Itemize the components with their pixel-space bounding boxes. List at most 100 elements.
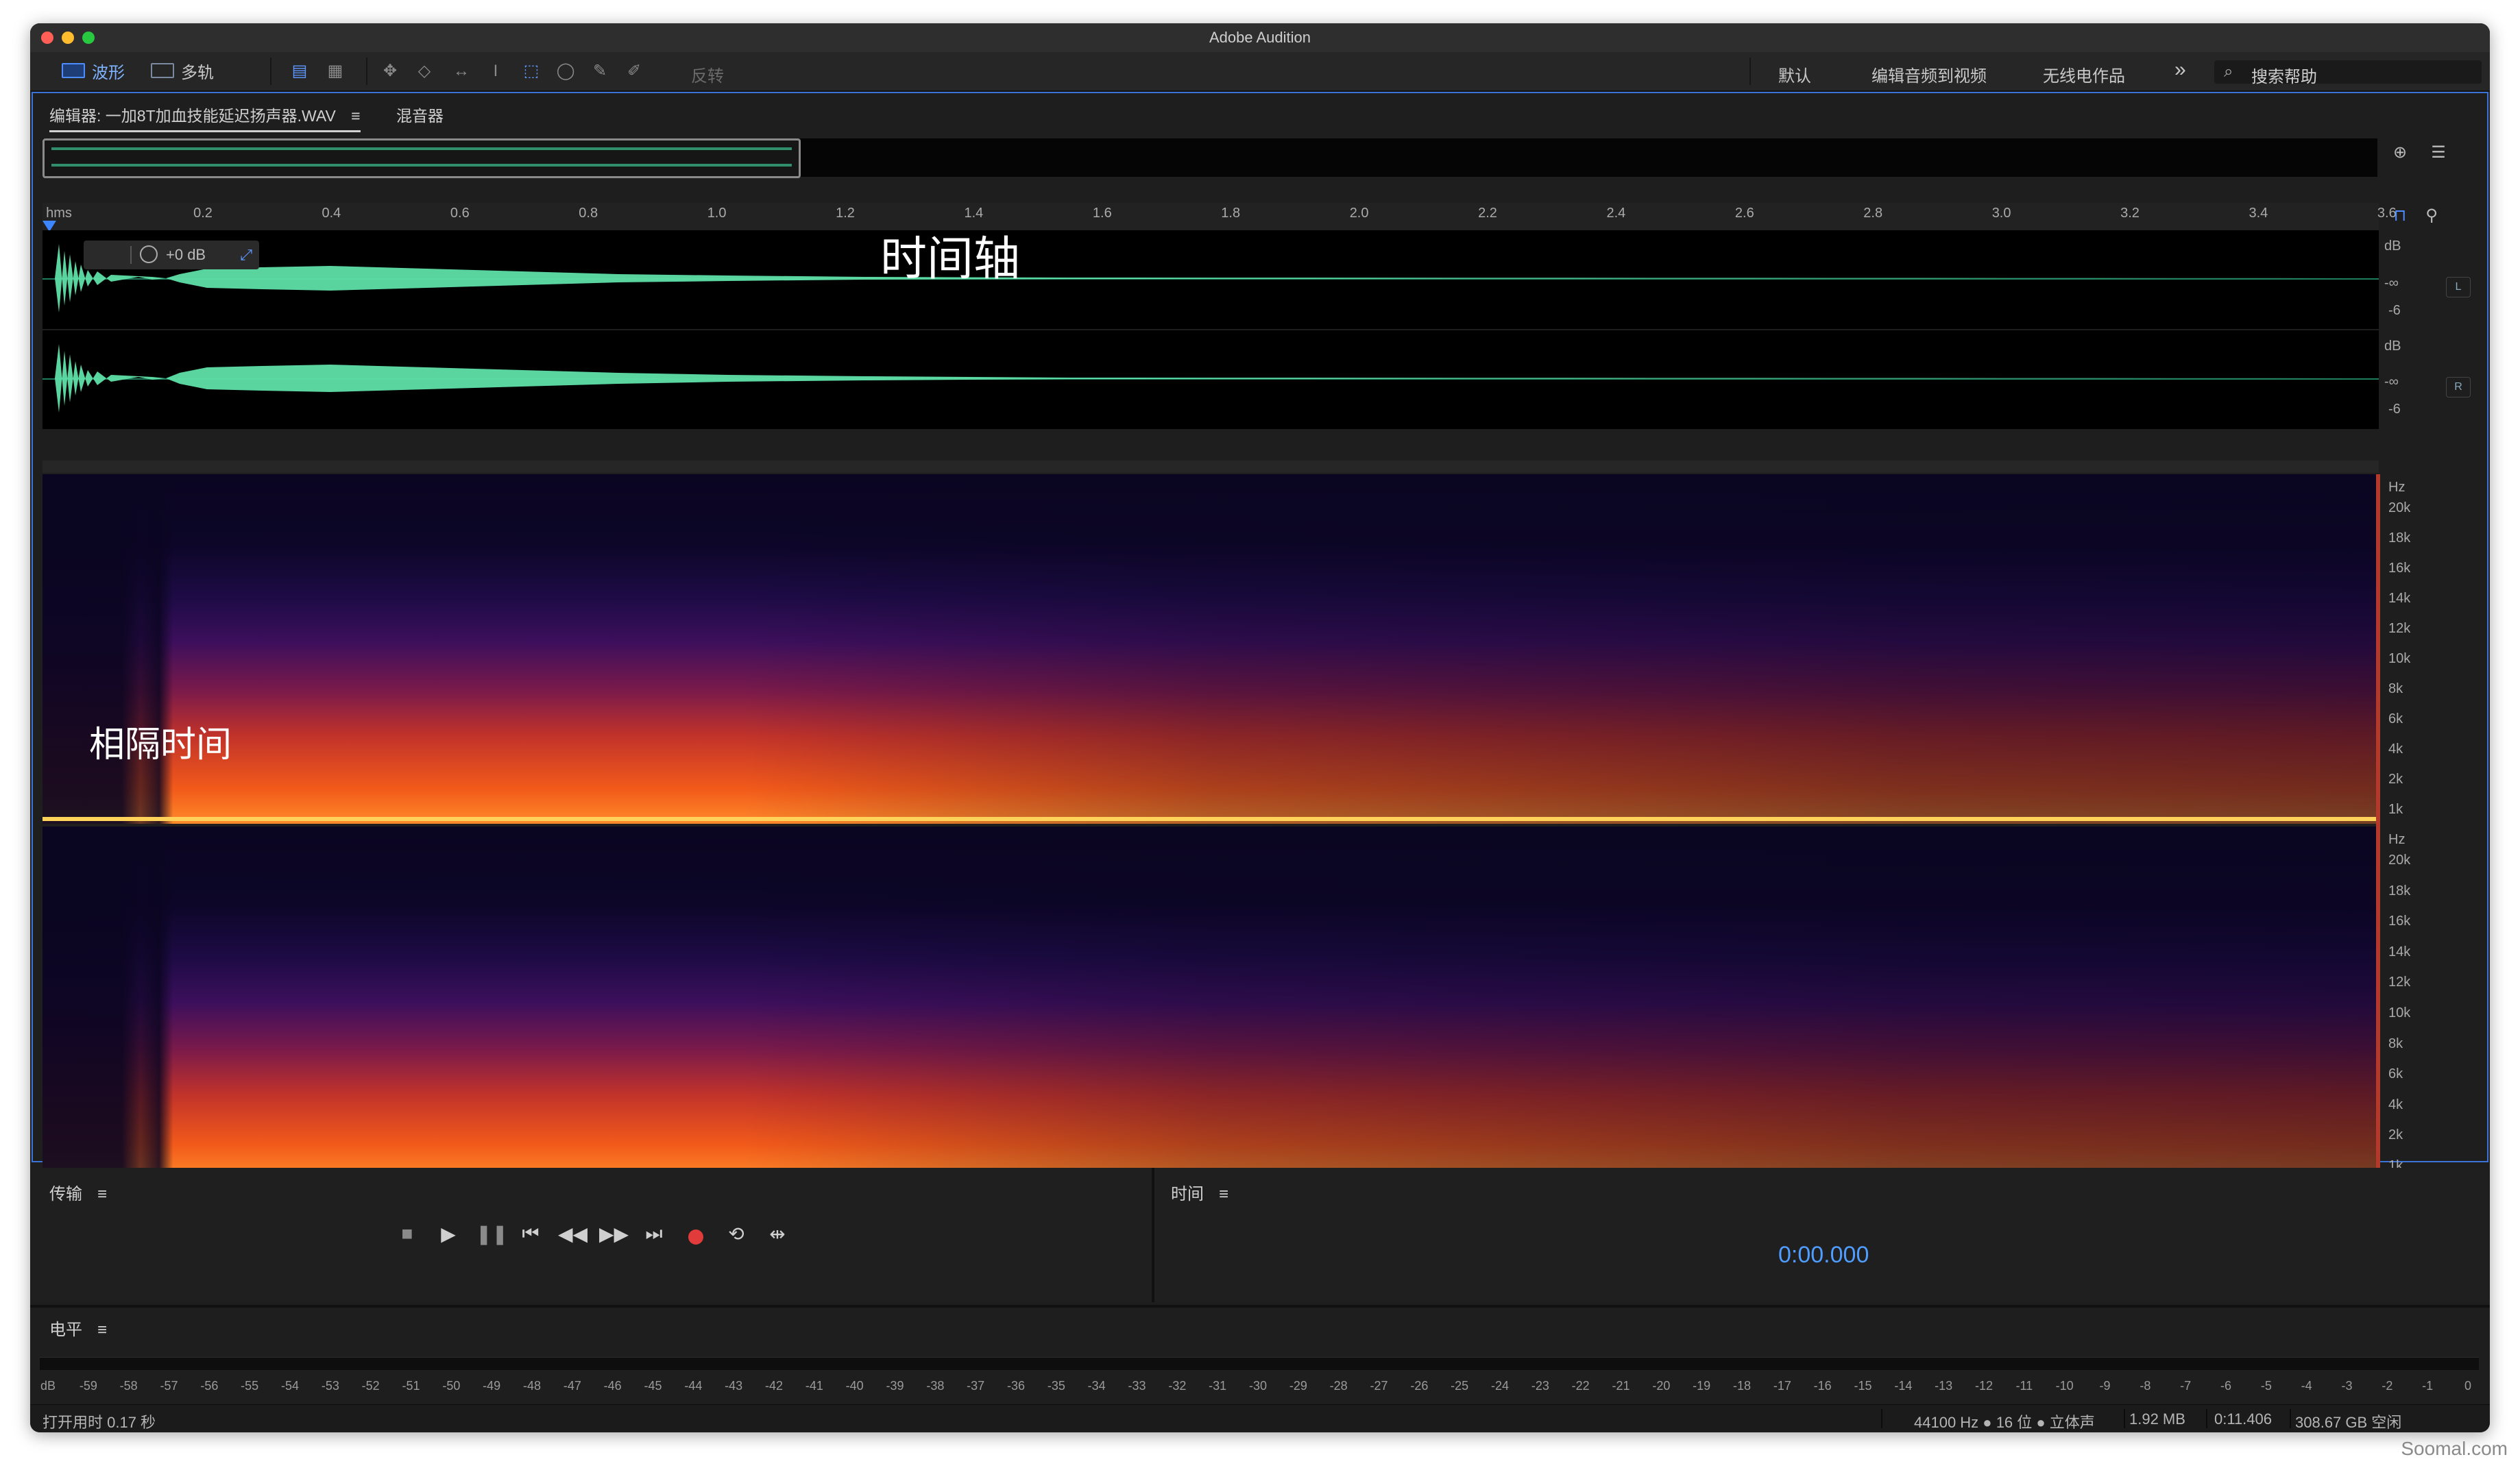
level-scale-label: -16 — [1813, 1379, 1832, 1393]
status-size: 1.92 MB — [2129, 1410, 2185, 1428]
level-scale-label: -10 — [2055, 1379, 2074, 1393]
hz-label-right: 20k — [2388, 853, 2411, 868]
level-scale-label: -47 — [563, 1379, 581, 1393]
channel-right-badge[interactable]: R — [2446, 377, 2471, 397]
pause-button[interactable]: ❚❚ — [476, 1223, 508, 1245]
spectral-pitch-icon[interactable]: ▦ — [325, 61, 346, 82]
go-to-start-button[interactable]: ⏮ — [517, 1223, 544, 1245]
right-scale-6: -6 — [2388, 402, 2401, 417]
hz-label-right: 14k — [2388, 944, 2411, 959]
marquee-tool-icon[interactable]: ⬚ — [521, 61, 542, 82]
multitrack-view-button[interactable]: 多轨 — [151, 58, 214, 83]
marker-icon[interactable]: ⚲ — [2421, 206, 2442, 226]
lasso-tool-icon[interactable]: ◯ — [555, 61, 576, 82]
view-divider-handle[interactable] — [43, 461, 2379, 473]
ruler-tick: 0.4 — [322, 206, 341, 221]
levels-menu-icon[interactable]: ≡ — [97, 1321, 107, 1339]
annotation-interval: 相隔时间 — [89, 724, 232, 766]
level-scale-label: -52 — [361, 1379, 380, 1393]
level-scale-label: -48 — [522, 1379, 542, 1393]
main-toolbar: 波形 多轨 ▤ ▦ ✥ ◇ ↔ I ⬚ ◯ ✎ ✐ 反转 默认 编辑音频到视频 … — [30, 52, 2490, 92]
ruler-tick: 2.4 — [1606, 206, 1626, 221]
workspace-default[interactable]: 默认 — [1778, 62, 1811, 86]
time-menu-icon[interactable]: ≡ — [1219, 1185, 1228, 1203]
spectral-display-right[interactable] — [43, 827, 2376, 1180]
level-scale-label: -42 — [764, 1379, 784, 1393]
waveform-view-button[interactable]: 波形 — [62, 58, 125, 83]
level-scale-label: -24 — [1490, 1379, 1510, 1393]
level-scale-label: -18 — [1732, 1379, 1752, 1393]
window-title: Adobe Audition — [1209, 29, 1311, 46]
invert-button[interactable]: 反转 — [691, 62, 724, 86]
hz-label-right: Hz — [2388, 832, 2406, 847]
more-workspaces-icon[interactable]: » — [2174, 58, 2186, 82]
level-scale-label: -31 — [1209, 1379, 1227, 1393]
workspace-radio-production[interactable]: 无线电作品 — [2043, 62, 2125, 86]
search-icon: ⌕ — [2224, 62, 2233, 81]
level-scale-label: -20 — [1652, 1379, 1671, 1393]
hz-label-left: 8k — [2388, 681, 2403, 696]
hud-volume[interactable]: +0 dB ⤢ — [84, 241, 259, 269]
ruler-tick: 1.6 — [1092, 206, 1112, 221]
frequency-display-icon[interactable]: ▤ — [289, 61, 310, 82]
search-help-placeholder: 搜索帮助 — [2251, 68, 2317, 86]
overview-navigator[interactable] — [43, 138, 2377, 178]
level-scale-label: -53 — [321, 1379, 339, 1393]
ruler-unit-label: hms — [46, 206, 72, 221]
channel-left-badge[interactable]: L — [2446, 277, 2471, 297]
tab-editor-label: 编辑器: 一加8T加血技能延迟扬声器.WAV — [49, 107, 336, 125]
time-ruler[interactable]: hms 0.2 0.4 0.6 0.8 1.0 1.2 1.4 1.6 1.8 2.0 2.2 2.4… — [43, 203, 2397, 231]
hz-label-left: 14k — [2388, 591, 2411, 606]
panel-options-icon[interactable]: ☰ — [2428, 143, 2449, 163]
left-scale-inf: -∞ — [2384, 276, 2399, 291]
hz-label-right: 18k — [2388, 883, 2411, 898]
level-scale-label: -14 — [1894, 1379, 1913, 1393]
stop-button[interactable]: ■ — [393, 1223, 421, 1245]
move-tool-icon[interactable]: ✥ — [380, 61, 400, 82]
razor-tool-icon[interactable]: ◇ — [414, 61, 435, 82]
fast-forward-button[interactable]: ▶▶ — [599, 1223, 629, 1245]
level-scale-label: -43 — [725, 1379, 743, 1393]
ruler-tick: 0.6 — [450, 206, 470, 221]
tab-menu-icon[interactable]: ≡ — [351, 107, 360, 125]
zoom-navigator-icon[interactable]: ⊕ — [2390, 143, 2410, 163]
app-window: Adobe Audition 波形 多轨 ▤ ▦ ✥ ◇ ↔ I ⬚ ◯ ✎ ✐… — [30, 23, 2490, 1432]
pin-hud-icon[interactable]: ⤢ — [240, 246, 252, 264]
tab-editor[interactable]: 编辑器: 一加8T加血技能延迟扬声器.WAV ≡ — [49, 103, 361, 132]
time-selection-tool-icon[interactable]: I — [485, 61, 506, 82]
level-scale-label: -9 — [2099, 1379, 2111, 1393]
level-scale-label: -40 — [845, 1379, 864, 1393]
skip-selection-button[interactable]: ⇹ — [764, 1223, 791, 1245]
editor-panel: 编辑器: 一加8T加血技能延迟扬声器.WAV ≡ 混音器 ⊕ ☰ hms 0.2… — [32, 92, 2488, 1180]
loop-playback-button[interactable]: ⟲ — [723, 1223, 750, 1245]
workspace-edit-audio-to-video[interactable]: 编辑音频到视频 — [1871, 62, 1987, 86]
search-help-field[interactable]: ⌕ 搜索帮助 — [2214, 60, 2482, 86]
spectral-display-left[interactable] — [43, 474, 2376, 824]
ruler-tick: 0.2 — [193, 206, 213, 221]
level-scale-label: -29 — [1289, 1379, 1307, 1393]
go-to-end-button[interactable]: ⏭ — [640, 1223, 668, 1245]
brush-tool-icon[interactable]: ✎ — [590, 61, 610, 82]
level-scale-label: dB — [40, 1379, 56, 1393]
rewind-button[interactable]: ◀◀ — [558, 1223, 587, 1245]
snap-icon[interactable]: ⊓ — [2390, 206, 2410, 226]
volume-knob[interactable] — [140, 245, 158, 263]
hz-label-left: 6k — [2388, 711, 2403, 726]
slip-tool-icon[interactable]: ↔ — [451, 61, 472, 82]
tab-mixer[interactable]: 混音器 — [396, 103, 444, 126]
overview-selection[interactable] — [43, 138, 801, 178]
level-scale-label: -30 — [1248, 1379, 1268, 1393]
hz-label-right: 6k — [2388, 1066, 2403, 1082]
status-format: 44100 Hz ● 16 位 ● 立体声 — [1914, 1414, 2095, 1431]
hz-label-left: 2k — [2388, 772, 2403, 787]
play-button[interactable]: ▶ — [435, 1223, 462, 1245]
transport-menu-icon[interactable]: ≡ — [97, 1185, 107, 1203]
record-button[interactable] — [688, 1230, 703, 1245]
time-display[interactable]: 0:00.000 — [1778, 1242, 1869, 1269]
ruler-tick: 1.4 — [964, 206, 984, 221]
spot-healing-icon[interactable]: ✐ — [624, 61, 644, 82]
waveform-view-icon — [62, 63, 85, 78]
level-scale-label: -57 — [160, 1379, 178, 1393]
level-scale-label: -34 — [1087, 1379, 1106, 1393]
level-scale-label: -4 — [2301, 1379, 2312, 1393]
